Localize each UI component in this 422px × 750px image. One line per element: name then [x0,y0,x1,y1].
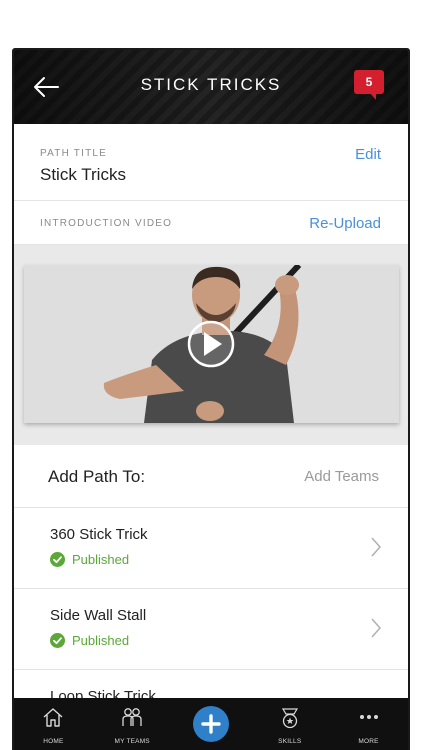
video-thumbnail-image [24,265,399,423]
notification-count: 5 [354,70,384,94]
add-path-label: Add Path To: [48,467,146,486]
video-area [14,245,408,445]
home-icon [43,708,63,727]
tab-home[interactable]: HOME [14,698,93,750]
item-title: 360 Stick Trick [50,526,148,543]
list-item[interactable]: 360 Stick Trick Published [14,508,408,589]
intro-video-row: INTRODUCTION VIDEO Re-Upload [14,201,408,245]
edit-button[interactable]: Edit [355,146,381,163]
chevron-right-icon [371,537,382,557]
item-title: Loop Stick Trick [50,688,156,698]
tab-more[interactable]: MORE [329,698,408,750]
skills-badge-icon [281,708,298,729]
tab-skills[interactable]: SKILLS [250,698,329,750]
tab-add[interactable] [172,698,251,750]
phone-frame: STICK TRICKS 5 PATH TITLE Stick Tricks E… [12,48,410,750]
tab-label: HOME [43,738,64,745]
path-title-value: Stick Tricks [40,165,126,184]
tab-label: MORE [358,738,379,745]
status-badge: Published [50,552,129,567]
tab-bar: HOME MY TEAMS SKILLS MORE [14,698,408,750]
page-title: STICK TRICKS [140,75,282,94]
add-button[interactable] [192,706,229,742]
item-title: Side Wall Stall [50,607,147,624]
chevron-right-icon [371,618,382,638]
list-item[interactable]: Side Wall Stall Published [14,589,408,670]
intro-video-label: INTRODUCTION VIDEO [40,218,173,229]
status-text: Published [72,633,130,648]
tab-label: MY TEAMS [114,738,150,745]
reupload-button[interactable]: Re-Upload [309,215,381,232]
add-path-row: Add Path To: Add Teams [14,445,408,508]
intro-video-thumbnail[interactable] [24,265,399,423]
app-header: STICK TRICKS 5 [14,50,408,124]
check-circle-icon [50,633,65,648]
path-title-row: PATH TITLE Stick Tricks Edit [14,124,408,201]
tab-my-teams[interactable]: MY TEAMS [93,698,172,750]
status-text: Published [72,552,130,567]
list-item[interactable]: Loop Stick Trick [14,670,408,698]
add-icon [201,714,221,734]
teams-icon [122,708,142,726]
tab-label: SKILLS [278,738,302,745]
badge-tail [370,93,376,100]
notification-badge[interactable]: 5 [354,70,386,100]
status-badge: Published [50,633,129,648]
check-circle-icon [50,552,65,567]
path-title-label: PATH TITLE [40,148,108,159]
more-icon [359,715,378,719]
add-teams-button[interactable]: Add Teams [304,468,379,485]
main-content: PATH TITLE Stick Tricks Edit INTRODUCTIO… [14,124,408,698]
